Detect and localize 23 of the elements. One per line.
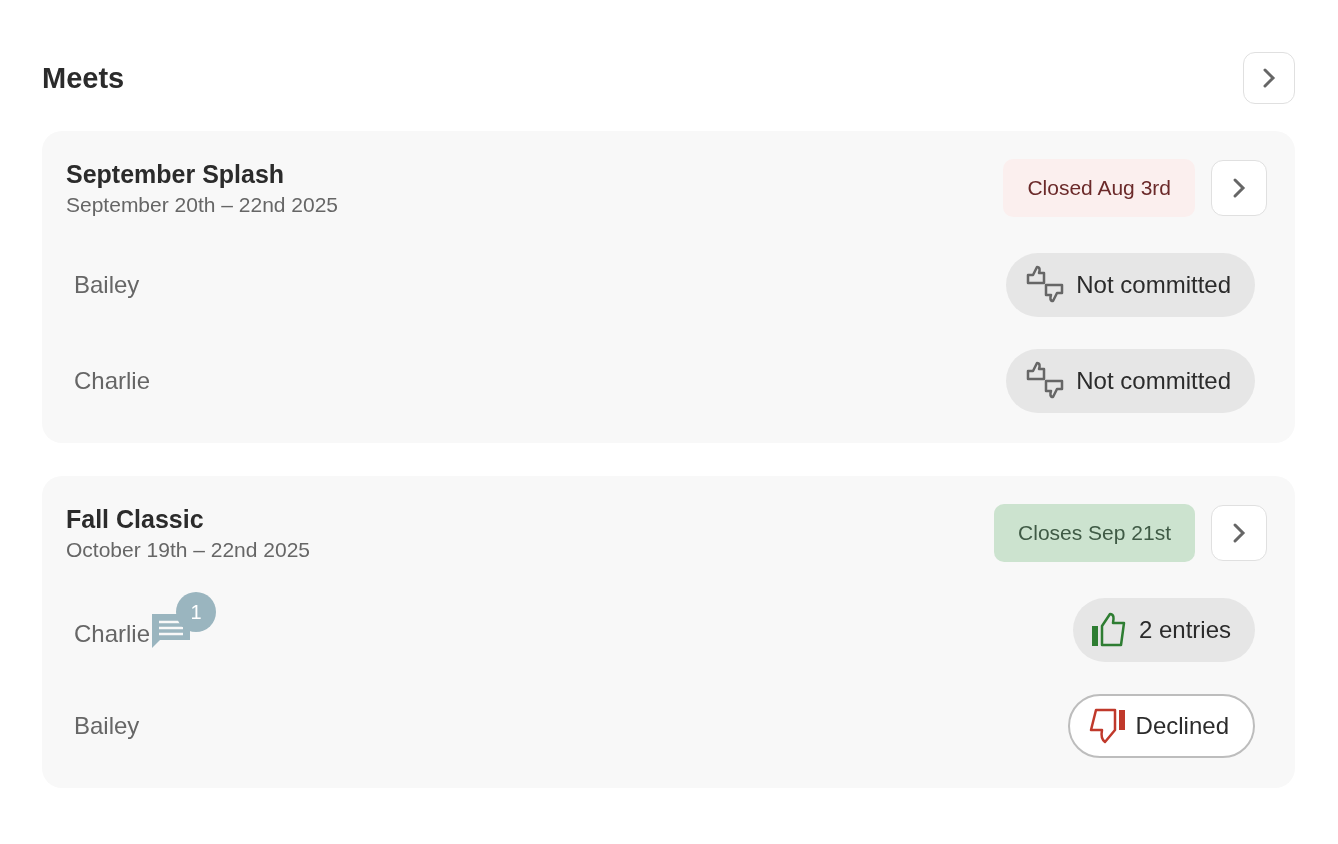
swimmer-name: Charlie bbox=[74, 367, 151, 395]
chevron-right-icon bbox=[1232, 177, 1246, 199]
meet-name: Fall Classic bbox=[66, 504, 205, 534]
next-button[interactable] bbox=[1243, 52, 1295, 104]
deadline-badge: Closed Aug 3rd bbox=[1003, 159, 1195, 217]
meet-dates: September 20th – 22nd 2025 bbox=[66, 192, 339, 217]
chevron-right-icon bbox=[1262, 67, 1276, 89]
status-pill[interactable]: Declined bbox=[1067, 694, 1255, 758]
deadline-badge: Closes Sep 21st bbox=[994, 504, 1195, 562]
comment-count-badge: 1 bbox=[176, 592, 217, 632]
section-title: Meets bbox=[42, 61, 125, 95]
chevron-right-icon bbox=[1232, 522, 1246, 544]
status-pill[interactable]: Not committed bbox=[1006, 349, 1255, 413]
meet-name: September Splash bbox=[66, 159, 286, 189]
thumbs-down-icon bbox=[1087, 708, 1126, 744]
swimmer-name: Charlie bbox=[74, 620, 151, 648]
status-pill[interactable]: 2 entries bbox=[1072, 598, 1255, 662]
open-meet-button[interactable] bbox=[1211, 160, 1267, 216]
swimmer-name: Bailey bbox=[74, 712, 140, 740]
swimmer-name: Bailey bbox=[74, 271, 140, 299]
open-meet-button[interactable] bbox=[1211, 505, 1267, 561]
meet-dates: October 19th – 22nd 2025 bbox=[66, 537, 311, 562]
status-pill[interactable]: Not committed bbox=[1006, 253, 1255, 317]
